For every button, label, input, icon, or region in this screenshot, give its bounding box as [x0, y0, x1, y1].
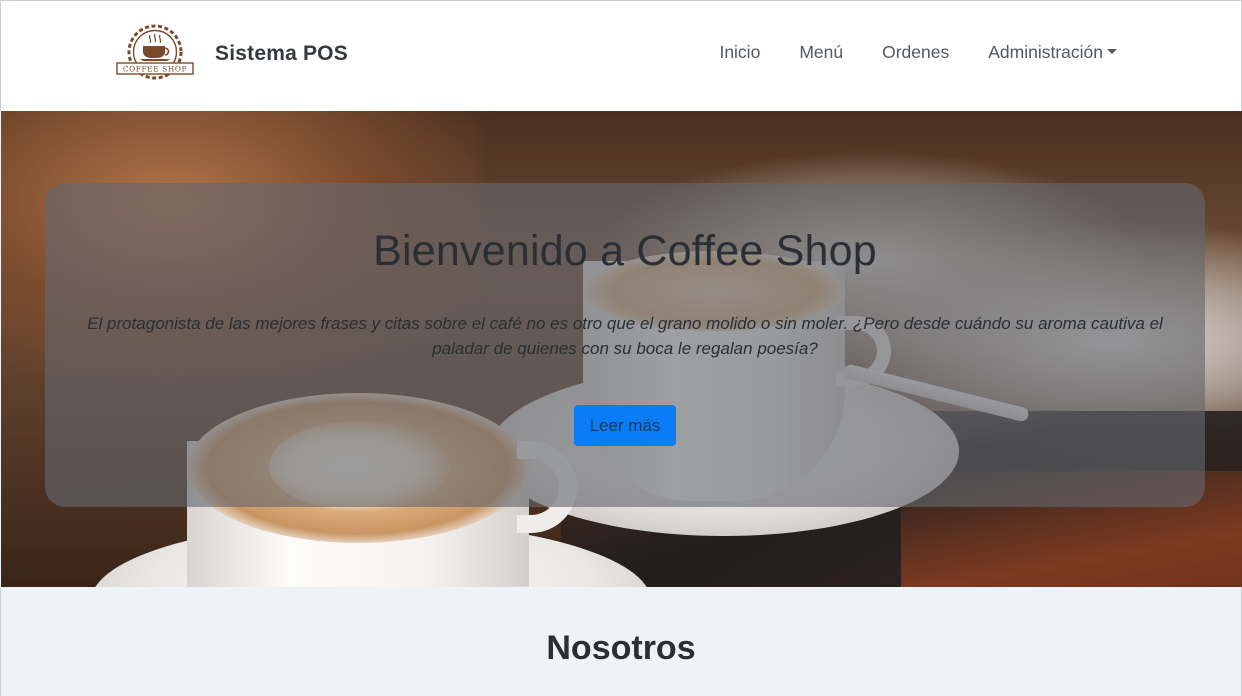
hero-title: Bienvenido a Coffee Shop: [373, 227, 877, 275]
logo-text: COFFEE SHOP: [123, 65, 187, 74]
navbar: COFFEE SHOP Sistema POS Inicio Menú Orde…: [0, 0, 1242, 111]
nav-link-label: Ordenes: [882, 42, 950, 62]
caret-down-icon: [1107, 49, 1117, 54]
hero-description: El protagonista de las mejores frases y …: [87, 314, 1163, 358]
nav-link-inicio[interactable]: Inicio: [719, 42, 760, 63]
about-section: Nosotros: [0, 587, 1242, 696]
about-title: Nosotros: [546, 629, 696, 667]
nav-link-label: Administración: [988, 42, 1103, 62]
nav-link-label: Inicio: [719, 42, 761, 62]
hero-banner: Bienvenido a Coffee Shop El protagonista…: [1, 111, 1242, 587]
coffee-shop-logo-icon: COFFEE SHOP: [116, 24, 194, 80]
brand-link[interactable]: COFFEE SHOP Sistema POS: [115, 21, 348, 87]
nav-link-label: Menú: [799, 42, 844, 62]
main-nav: Inicio Menú Ordenes Administración: [680, 42, 1117, 63]
nav-link-ordenes[interactable]: Ordenes: [882, 42, 949, 63]
read-more-button[interactable]: Leer más: [574, 405, 676, 446]
brand-name: Sistema POS: [215, 42, 348, 65]
nav-link-menu[interactable]: Menú: [799, 42, 843, 63]
hero-overlay-card: Bienvenido a Coffee Shop El protagonista…: [45, 183, 1205, 507]
nav-dropdown-administracion[interactable]: Administración: [988, 42, 1117, 63]
